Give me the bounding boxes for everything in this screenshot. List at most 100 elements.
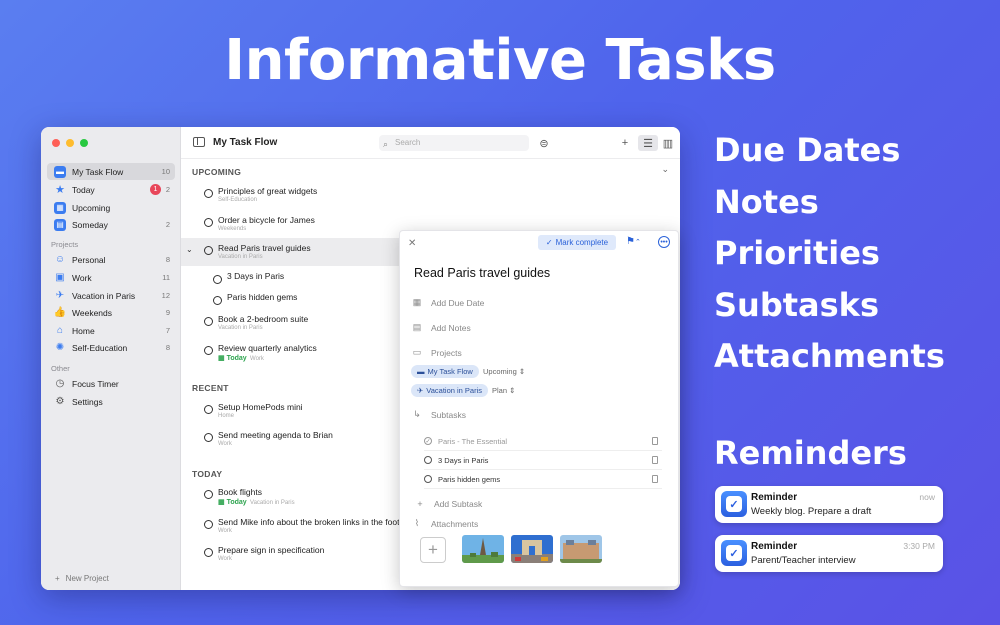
section-select[interactable]: Upcoming ⇕ [483,367,525,376]
star-icon: ★ [55,184,65,196]
subtask-item[interactable]: Paris hidden gems [424,470,662,489]
section-select-value: Upcoming [483,367,517,376]
sidebar-item-focus-timer[interactable]: ◷ Focus Timer [47,375,175,392]
sidebar-item-count: 8 [165,255,170,264]
search-input[interactable]: ⌕ Search [379,135,529,151]
project-chip-vacation-in-paris[interactable]: ✈ Vacation in Paris [411,384,489,397]
status-badge: 1 [150,184,161,195]
airplane-icon: ✈ [55,290,65,301]
add-task-icon[interactable]: + [619,135,631,151]
calendar-icon: ▦ [412,297,422,307]
complete-checkbox[interactable] [204,433,213,442]
mark-complete-button[interactable]: ✓ Mark complete [538,235,616,250]
feature-notes: Notes [714,182,819,221]
complete-checkbox[interactable] [204,490,213,499]
project-chip-my-task-flow[interactable]: ▬ My Task Flow [411,365,479,378]
section-header-upcoming: UPCOMING [192,167,242,177]
minimize-window-button[interactable] [66,139,74,147]
add-due-date-button[interactable]: ▦ Add Due Date [411,297,485,308]
note-icon [652,475,658,483]
sidebar-item-weekends[interactable]: 👍 Weekends 9 [47,304,175,321]
sidebar-item-label: Focus Timer [72,378,119,389]
task-title: Review quarterly analytics [218,343,317,353]
completed-checkbox[interactable]: ✓ [424,437,432,445]
complete-checkbox[interactable] [424,456,432,464]
thumbs-up-icon: 👍 [53,307,67,318]
add-attachment-button[interactable]: + [420,537,446,563]
subtask-item[interactable]: ✓ Paris - The Essential [424,432,662,451]
complete-checkbox[interactable] [213,275,222,284]
sidebar-item-personal[interactable]: ☺ Personal 8 [47,251,175,268]
calendar-icon: ▦ [218,355,227,362]
complete-checkbox[interactable] [204,189,213,198]
sidebar-item-work[interactable]: ▣ Work 11 [47,269,175,286]
complete-checkbox[interactable] [204,548,213,557]
due-today-label: Today [226,355,247,362]
sidebar-item-count: 10 [161,167,170,176]
sidebar-item-label: Home [72,325,95,336]
paperclip-icon: ⌇ [414,518,420,528]
sidebar-item-someday[interactable]: ▤ Someday 2 [47,216,175,233]
arc-de-triomphe-photo [511,535,553,563]
note-icon [652,456,658,464]
complete-checkbox[interactable] [213,296,222,305]
add-notes-button[interactable]: ▤ Add Notes [411,322,471,333]
close-icon[interactable]: ✕ [408,238,416,249]
section-select-value: Plan [492,386,508,395]
board-view-icon[interactable]: ▥ [661,135,675,151]
section-header-today: TODAY [192,469,223,479]
new-project-button[interactable]: + New Project [55,574,109,583]
complete-checkbox[interactable] [204,246,213,255]
add-subtask-button[interactable]: + Add Subtask [414,499,482,509]
toolbar: My Task Flow ⌕ Search ⊜ + ☰ ▥ [181,127,680,159]
sidebar-toggle-icon[interactable] [193,137,205,147]
attachment-thumbnail-arc-de-triomphe[interactable] [511,535,553,563]
task-row-selected[interactable]: ⌄ Read Paris travel guides Vacation in P… [181,238,400,266]
complete-checkbox[interactable] [424,475,432,483]
flag-icon[interactable]: ⚑⌃ [626,236,641,247]
list-view-icon[interactable]: ☰ [638,135,658,151]
attachment-thumbnail-paris-building[interactable] [560,535,602,563]
complete-checkbox[interactable] [204,317,213,326]
close-window-button[interactable] [52,139,60,147]
sidebar-item-home[interactable]: ⌂ Home 7 [47,322,175,339]
sidebar-item-label: Upcoming [72,202,111,213]
sidebar-item-upcoming[interactable]: ▦ Upcoming [47,199,175,216]
complete-checkbox[interactable] [204,405,213,414]
timer-icon: ◷ [55,378,65,389]
projects-section-label: Projects [51,240,79,249]
lightbulb-icon: ✺ [55,342,65,353]
attachment-thumbnail-eiffel-tower[interactable] [462,535,504,563]
reminder-notification[interactable]: ✓ Reminder Parent/Teacher interview 3:30… [715,535,943,572]
task-detail-title[interactable]: Read Paris travel guides [414,266,550,280]
task-project: Work [218,528,232,534]
sidebar-item-settings[interactable]: ⚙ Settings [47,393,175,410]
sidebar-item-my-task-flow[interactable]: ▬ My Task Flow 10 [47,163,175,180]
task-row[interactable]: Principles of great widgets Self-Educati… [181,181,680,209]
task-title: Send Mike info about the broken links in… [218,517,405,527]
feature-list: Due Dates Notes Priorities Subtasks Atta… [714,128,945,386]
task-meta: ▦ Today Work [218,354,264,362]
page-title: My Task Flow [213,137,278,148]
task-title: 3 Days in Paris [227,271,285,281]
reminder-notification[interactable]: ✓ Reminder Weekly blog. Prepare a draft … [715,486,943,523]
more-options-icon[interactable]: ••• [658,236,670,248]
subtask-item[interactable]: 3 Days in Paris [424,451,662,470]
task-meta: ▦ Today Vacation in Paris [218,498,295,506]
sidebar-item-today[interactable]: ★ Today 1 2 [47,181,175,198]
add-notes-label: Add Notes [431,322,471,333]
task-title: Prepare sign in specification [218,545,325,555]
sidebar-item-count: 8 [165,343,170,352]
zoom-window-button[interactable] [80,139,88,147]
sidebar-item-self-education[interactable]: ✺ Self-Education 8 [47,339,175,356]
sidebar-item-count: 7 [165,326,170,335]
complete-checkbox[interactable] [204,346,213,355]
chevron-down-icon[interactable]: ⌄ [186,245,193,254]
filter-icon[interactable]: ⊜ [538,135,550,151]
sidebar-item-vacation-in-paris[interactable]: ✈ Vacation in Paris 12 [47,287,175,304]
section-select[interactable]: Plan ⇕ [492,386,515,395]
notification-title: Reminder [751,541,798,552]
chevron-down-icon[interactable]: ⌄ [661,164,669,175]
complete-checkbox[interactable] [204,218,213,227]
complete-checkbox[interactable] [204,520,213,529]
